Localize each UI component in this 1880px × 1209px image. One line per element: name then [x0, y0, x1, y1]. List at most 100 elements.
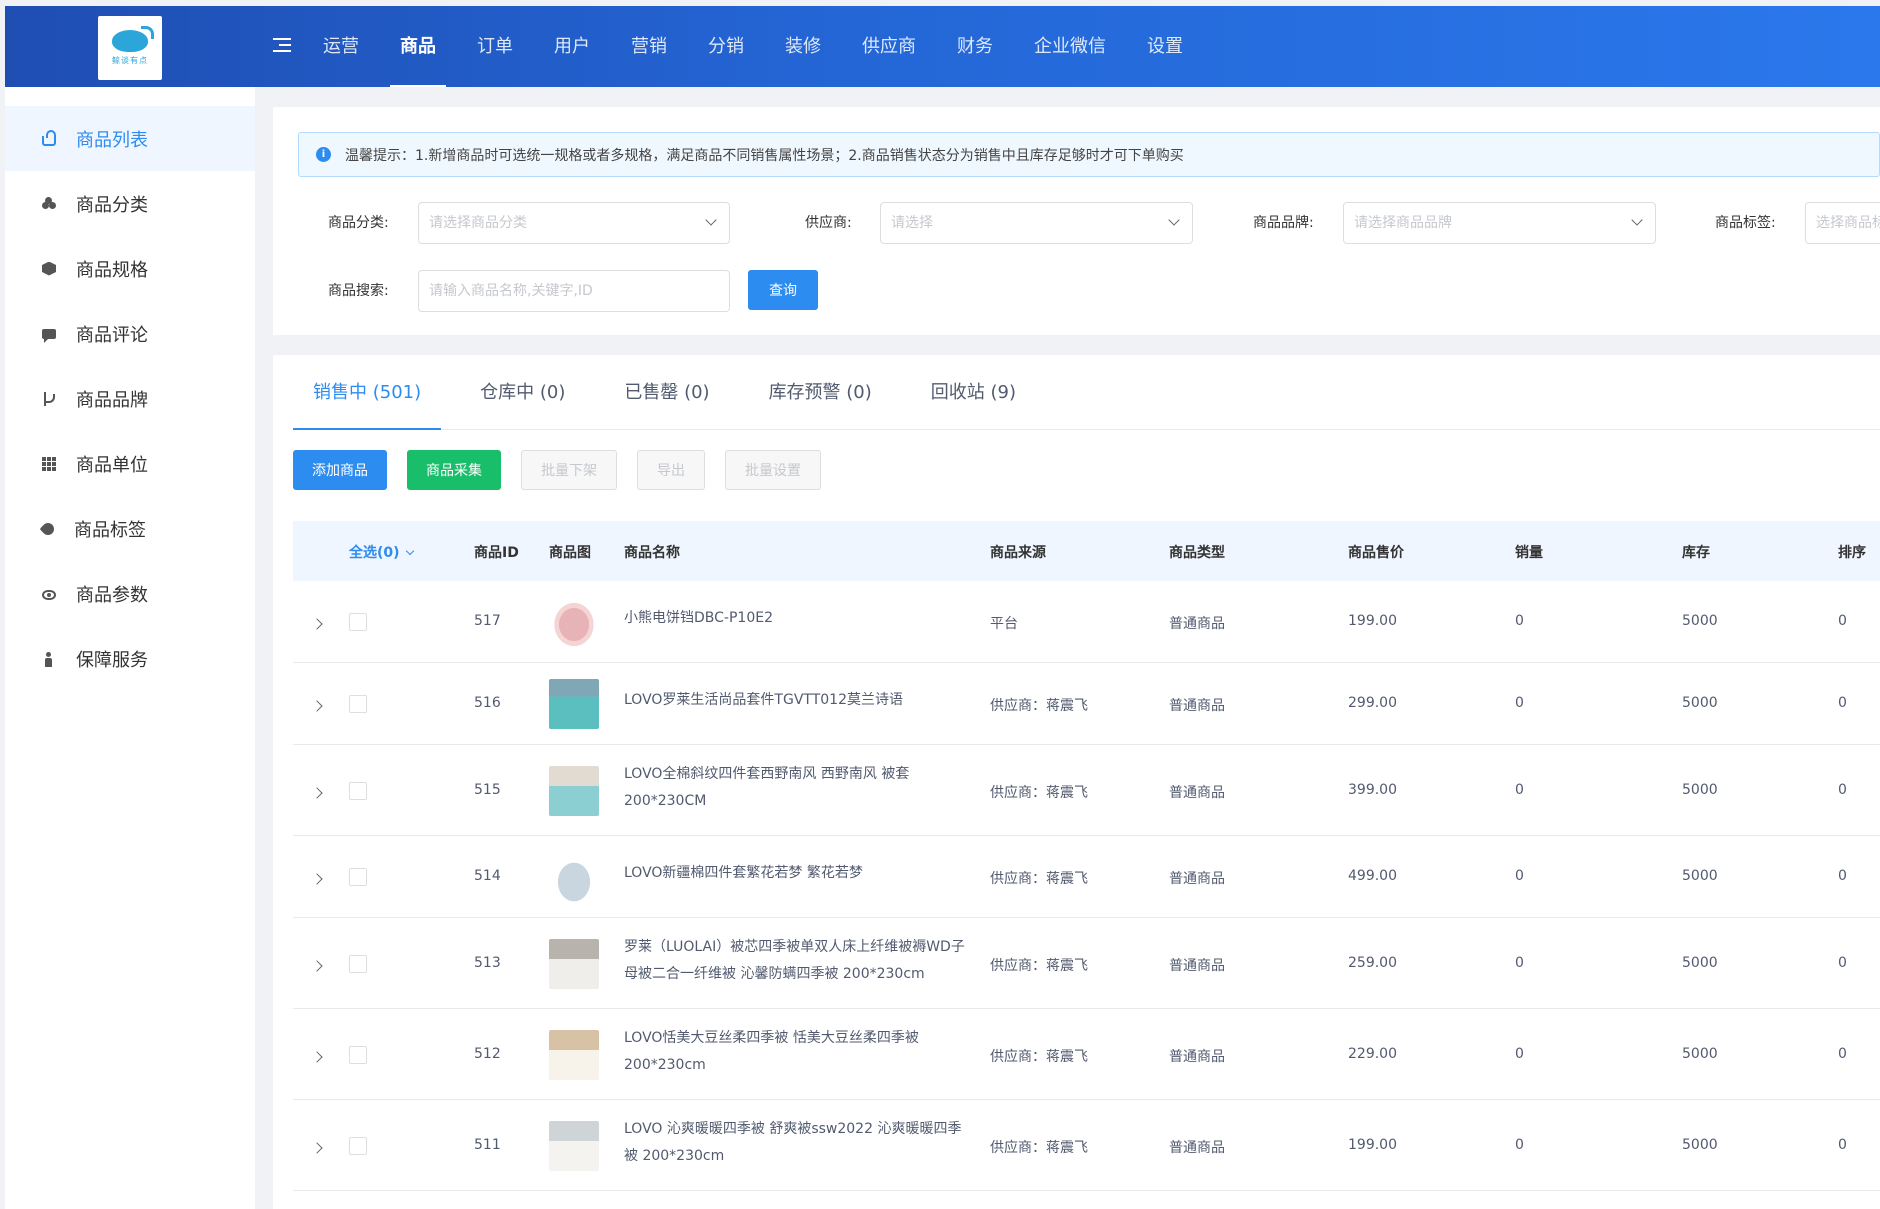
tab-stock-warning[interactable]: 库存预警 (0) — [749, 355, 892, 429]
chevron-right-icon[interactable] — [311, 959, 323, 972]
sidebar-item-product-params[interactable]: 商品参数 — [5, 561, 255, 626]
product-image[interactable] — [549, 852, 599, 902]
tab-recycle-bin[interactable]: 回收站 (9) — [911, 355, 1036, 429]
app-logo[interactable]: 鲸谈有点 — [98, 16, 162, 80]
sidebar-item-product-spec[interactable]: 商品规格 — [5, 236, 255, 301]
sidebar-item-label: 商品列表 — [76, 129, 148, 151]
sidebar-item-product-comments[interactable]: 商品评论 — [5, 301, 255, 366]
category-placeholder: 请选择商品分类 — [429, 215, 527, 231]
product-sales: 0 — [1515, 868, 1524, 884]
chevron-right-icon[interactable] — [311, 700, 323, 712]
nav-item-distribution[interactable]: 分销 — [708, 6, 744, 87]
nav-item-finance[interactable]: 财务 — [957, 6, 993, 87]
nav-item-products[interactable]: 商品 — [390, 6, 446, 87]
sidebar-item-product-brand[interactable]: 商品品牌 — [5, 366, 255, 431]
collect-product-button[interactable]: 商品采集 — [407, 450, 501, 490]
product-price: 299.00 — [1348, 695, 1397, 711]
row-checkbox[interactable] — [349, 1136, 367, 1155]
brand-select[interactable]: 请选择商品品牌 — [1343, 202, 1656, 244]
row-checkbox[interactable] — [349, 868, 367, 886]
chevron-right-icon[interactable] — [311, 1141, 323, 1154]
table-row[interactable]: 514 LOVO新疆棉四件套繁花若梦 繁花若梦 供应商：蒋震飞 普通商品 499.00 0… — [293, 836, 1880, 918]
table-row[interactable]: 515 LOVO全棉斜纹四件套西野南风 西野南风 被套200*230CM 供应商：蒋… — [293, 745, 1880, 836]
product-name[interactable]: LOVO新疆棉四件套繁花若梦 繁花若梦 — [624, 860, 974, 887]
product-sort[interactable]: 0 — [1838, 1046, 1847, 1062]
product-id: 511 — [474, 1136, 501, 1153]
product-type: 普通商品 — [1169, 698, 1225, 714]
tab-sold-out[interactable]: 已售罄 (0) — [604, 355, 729, 429]
table-row[interactable]: 517 小熊电饼铛DBC-P10E2 平台 普通商品 199.00 0 5000 0 — [293, 581, 1880, 663]
chevron-right-icon[interactable] — [311, 786, 323, 799]
table-row[interactable]: 516 LOVO罗莱生活尚品套件TGVTT012莫兰诗语 供应商：蒋震飞 普通商品 29… — [293, 663, 1880, 745]
sidebar-item-product-unit[interactable]: 商品单位 — [5, 431, 255, 496]
product-stock: 5000 — [1682, 1136, 1718, 1153]
product-image[interactable] — [549, 938, 599, 989]
product-image[interactable] — [549, 1029, 599, 1080]
tab-warehouse[interactable]: 仓库中 (0) — [460, 355, 585, 429]
product-source: 供应商：蒋震飞 — [990, 1139, 1088, 1156]
menu-toggle-icon[interactable] — [273, 38, 293, 56]
select-all-dropdown[interactable]: 全选(0) — [349, 542, 415, 562]
nav-item-wecom[interactable]: 企业微信 — [1034, 6, 1106, 87]
row-checkbox[interactable] — [349, 781, 367, 800]
add-product-button[interactable]: 添加商品 — [293, 450, 387, 490]
row-checkbox[interactable] — [349, 613, 367, 631]
product-name[interactable]: LOVO罗莱生活尚品套件TGVTT012莫兰诗语 — [624, 687, 974, 714]
nav-item-marketing[interactable]: 营销 — [631, 6, 667, 87]
person-icon — [42, 651, 56, 667]
product-image[interactable] — [549, 679, 599, 729]
nav-item-decoration[interactable]: 装修 — [785, 6, 821, 87]
product-name[interactable]: LOVO恬美大豆丝柔四季被 恬美大豆丝柔四季被 200*230cm — [624, 1025, 974, 1079]
product-name[interactable]: 小熊电饼铛DBC-P10E2 — [624, 605, 974, 632]
tag-select[interactable]: 选择商品标签 — [1805, 202, 1880, 244]
nav-item-users[interactable]: 用户 — [554, 6, 590, 87]
product-sort[interactable]: 0 — [1838, 955, 1847, 971]
supplier-select[interactable]: 请选择 — [880, 202, 1193, 244]
nav-item-orders[interactable]: 订单 — [477, 6, 513, 87]
product-name[interactable]: 罗莱（LUOLAI）被芯四季被单双人床上纤维被褥WD子母被二合一纤维被 沁馨防螨… — [624, 934, 974, 988]
chevron-right-icon[interactable] — [311, 873, 323, 885]
product-image[interactable] — [549, 765, 599, 816]
table-row[interactable]: 512 LOVO恬美大豆丝柔四季被 恬美大豆丝柔四季被 200*230cm 供应商：… — [293, 1009, 1880, 1100]
product-image[interactable] — [549, 1120, 599, 1171]
product-sort[interactable]: 0 — [1838, 782, 1847, 798]
product-sales: 0 — [1515, 695, 1524, 711]
sidebar-item-guarantee[interactable]: 保障服务 — [5, 626, 255, 691]
header-price: 商品售价 — [1348, 545, 1404, 561]
header-sales: 销量 — [1515, 545, 1543, 561]
product-type: 普通商品 — [1169, 871, 1225, 887]
nav-item-suppliers[interactable]: 供应商 — [862, 6, 916, 87]
table-row[interactable]: 511 LOVO 沁爽暖暖四季被 舒爽被ssw2022 沁爽暖暖四季被 200*2… — [293, 1100, 1880, 1191]
sidebar-item-product-list[interactable]: 商品列表 — [5, 106, 255, 171]
product-sort[interactable]: 0 — [1838, 613, 1847, 629]
product-sort[interactable]: 0 — [1838, 695, 1847, 711]
product-name[interactable]: LOVO全棉斜纹四件套西野南风 西野南风 被套200*230CM — [624, 761, 974, 815]
product-price: 229.00 — [1348, 1045, 1397, 1062]
product-sort[interactable]: 0 — [1838, 868, 1847, 884]
product-image[interactable] — [549, 597, 599, 647]
nav-item-operations[interactable]: 运营 — [323, 6, 359, 87]
row-checkbox[interactable] — [349, 954, 367, 973]
table-row[interactable]: 513 罗莱（LUOLAI）被芯四季被单双人床上纤维被褥WD子母被二合一纤维被 沁… — [293, 918, 1880, 1009]
nav-item-settings[interactable]: 设置 — [1147, 6, 1183, 87]
product-name[interactable]: LOVO 沁爽暖暖四季被 舒爽被ssw2022 沁爽暖暖四季被 200*230c… — [624, 1116, 974, 1170]
batch-off-shelf-button[interactable]: 批量下架 — [521, 450, 617, 490]
row-checkbox[interactable] — [349, 1045, 367, 1064]
sidebar-item-label: 商品参数 — [76, 584, 148, 606]
chevron-right-icon[interactable] — [311, 1050, 323, 1063]
product-source: 供应商：蒋震飞 — [990, 1048, 1088, 1065]
row-checkbox[interactable] — [349, 695, 367, 713]
export-button[interactable]: 导出 — [637, 450, 705, 490]
search-input[interactable]: 请输入商品名称,关键字,ID — [418, 270, 730, 312]
product-id: 513 — [474, 954, 501, 971]
category-label: 商品分类: — [328, 215, 389, 231]
product-sort[interactable]: 0 — [1838, 1137, 1847, 1153]
query-button[interactable]: 查询 — [748, 270, 818, 310]
chevron-right-icon[interactable] — [311, 618, 323, 630]
sidebar-item-product-category[interactable]: 商品分类 — [5, 171, 255, 236]
category-icon — [42, 196, 56, 211]
batch-settings-button[interactable]: 批量设置 — [725, 450, 821, 490]
tab-on-sale[interactable]: 销售中 (501) — [293, 355, 442, 430]
category-select[interactable]: 请选择商品分类 — [418, 202, 730, 244]
sidebar-item-product-tag[interactable]: 商品标签 — [5, 496, 255, 561]
